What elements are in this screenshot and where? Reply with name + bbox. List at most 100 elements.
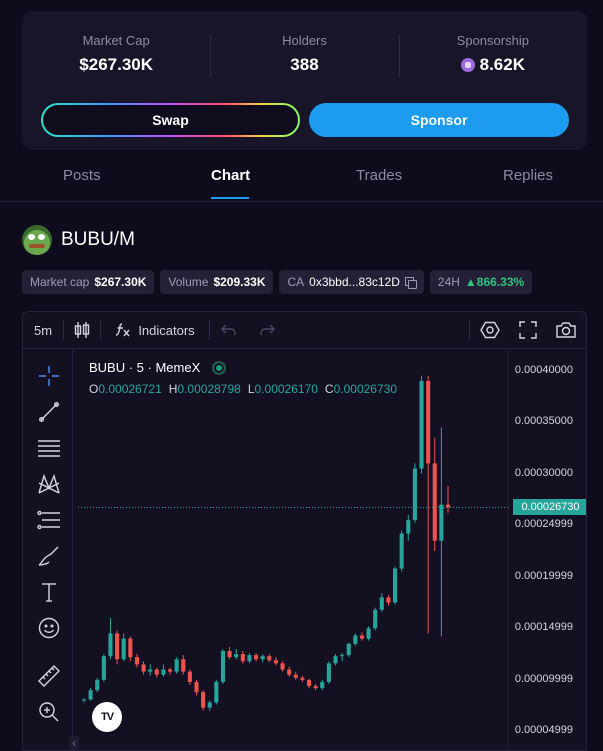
candle (194, 679, 199, 696)
ohlc-readout: O0.00026721 H0.00028798 L0.00026170 C0.0… (89, 382, 397, 396)
candle (81, 698, 87, 703)
text-tool-icon[interactable] (36, 579, 62, 605)
candle (340, 653, 345, 662)
chip-label: 24H (437, 275, 460, 289)
candle (88, 688, 93, 701)
candle (247, 653, 252, 664)
indicators-button[interactable]: Indicators (101, 312, 209, 348)
camera-icon[interactable] (546, 312, 586, 348)
drawing-tools-sidebar (23, 350, 73, 750)
pattern-icon[interactable] (36, 471, 62, 497)
candle-body (280, 663, 285, 670)
candle (306, 678, 312, 689)
horizontal-lines-icon[interactable] (36, 435, 62, 461)
candle (108, 618, 113, 660)
candle (412, 463, 417, 524)
candle-body (273, 660, 278, 664)
candle (214, 679, 219, 705)
sponsor-button[interactable]: Sponsor (309, 103, 569, 137)
candle-body (426, 380, 431, 464)
candle-body (101, 656, 106, 680)
candle (260, 654, 265, 663)
candle (313, 683, 318, 691)
candle-body (287, 669, 292, 675)
swap-button[interactable]: Swap (41, 103, 300, 137)
candle (346, 642, 351, 658)
candle-body (346, 643, 351, 656)
stat-label: Sponsorship (456, 33, 529, 48)
low-value: 0.00026170 (254, 382, 318, 396)
price-tick-label: 0.00009999 (514, 672, 573, 685)
fib-retracement-icon[interactable] (36, 507, 62, 533)
candle-type-icon[interactable] (64, 312, 100, 348)
candle (101, 654, 106, 682)
chart-legend: BUBU · 5 · MemeX (89, 360, 227, 375)
chip-label: CA (287, 275, 305, 289)
contract-address: 0x3bbd...83c12D (309, 275, 400, 289)
open-value: 0.00026721 (98, 382, 162, 396)
tab-replies[interactable]: Replies (503, 167, 553, 184)
brush-icon[interactable] (36, 543, 62, 569)
candle-body (220, 650, 226, 682)
market-status-icon (212, 360, 227, 375)
trend-line-icon[interactable] (36, 399, 62, 425)
candle (161, 664, 166, 677)
candle-body (227, 650, 232, 658)
stat-value: 8.62K (399, 55, 587, 75)
candle (320, 679, 325, 691)
price-chart[interactable]: BUBU · 5 · MemeX O0.00026721 H0.00028798… (78, 350, 587, 751)
candle (141, 661, 146, 675)
copy-icon[interactable] (404, 276, 417, 289)
candle (445, 486, 451, 513)
undo-icon[interactable] (210, 312, 248, 348)
candle (393, 566, 398, 605)
candle-body (95, 679, 100, 691)
ohlc-label: O (89, 382, 99, 396)
sponsor-coin-icon (460, 58, 475, 72)
candle-body (353, 635, 358, 644)
candle (267, 654, 272, 663)
ruler-icon[interactable] (36, 663, 62, 689)
settings-hex-icon[interactable] (470, 312, 510, 348)
candle (386, 595, 391, 606)
candle (134, 654, 139, 668)
redo-icon[interactable] (248, 312, 286, 348)
candle (399, 530, 404, 572)
candle (128, 636, 133, 662)
token-metrics-chips: Market cap $267.30K Volume $209.33K CA 0… (22, 270, 533, 294)
interval-selector[interactable]: 5m (23, 312, 63, 348)
candle-body (214, 681, 219, 703)
high-value: 0.00028798 (177, 382, 241, 396)
crosshair-icon[interactable] (36, 363, 62, 389)
chip-24h-change: 24H ▲866.33% (429, 270, 533, 294)
tradingview-logo-icon[interactable]: TV (92, 702, 122, 732)
candle-body (340, 655, 345, 657)
fullscreen-icon[interactable] (510, 312, 546, 348)
chip-value: $209.33K (213, 275, 266, 289)
tab-trades[interactable]: Trades (356, 167, 402, 184)
chip-volume: Volume $209.33K (160, 270, 274, 294)
price-tick-label: 0.00019999 (514, 569, 573, 582)
candle (121, 633, 126, 662)
tab-posts[interactable]: Posts (63, 167, 101, 184)
candle (273, 657, 278, 666)
ohlc-label: L (247, 382, 255, 396)
tab-chart[interactable]: Chart (211, 167, 250, 184)
candle (287, 666, 292, 677)
candle (167, 667, 173, 675)
chip-market-cap: Market cap $267.30K (22, 270, 155, 294)
candle-body (393, 568, 398, 603)
zoom-in-icon[interactable] (36, 699, 62, 725)
last-price-tag: 0.00026730 (513, 499, 586, 516)
stat-holders: Holders 388 (210, 33, 398, 79)
candle-body (439, 504, 444, 541)
candle (174, 657, 179, 674)
candlestick-chart[interactable] (78, 350, 587, 751)
candle (439, 427, 444, 637)
candle-body (419, 380, 424, 469)
emoji-icon[interactable] (36, 615, 62, 641)
chip-contract-address[interactable]: CA 0x3bbd...83c12D (279, 270, 424, 294)
candle (333, 654, 338, 666)
candle-body (300, 677, 305, 680)
candle (426, 375, 431, 634)
